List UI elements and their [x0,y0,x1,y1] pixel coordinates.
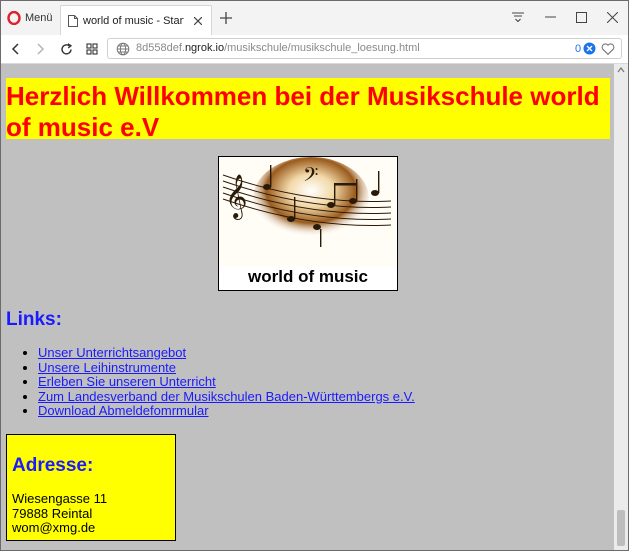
svg-text:𝄞: 𝄞 [225,174,247,220]
world-of-music-logo: 𝄞 𝄢 world of music [218,156,398,291]
welcome-banner: Herzlich Willkommen bei der Musikschule … [6,78,610,142]
speed-dial-icon [86,43,98,55]
address-heading: Adresse: [12,455,94,476]
address-bar[interactable]: 8d558def.ngrok.io/musikschule/musikschul… [107,38,622,59]
url-host: ngrok.io [184,42,225,54]
menu-label: Menü [25,12,53,24]
adblock-icon [583,42,596,55]
forward-icon [37,43,45,55]
reload-button[interactable] [57,40,75,58]
scroll-up-icon[interactable] [617,66,625,74]
list-item: Zum Landesverband der Musikschulen Baden… [38,389,415,405]
url-path: /musikschule/musikschule_loesung.html [224,42,420,54]
music-notes-icon: 𝄞 𝄢 [219,157,397,267]
adblock-count: 0 [575,42,582,55]
speed-dial-button[interactable] [83,40,101,58]
scroll-thumb[interactable] [617,510,625,546]
logo-text: world of music [248,267,368,286]
forward-button[interactable] [31,40,49,58]
maximize-icon [575,11,587,23]
opera-menu-button[interactable]: Menü [7,9,53,27]
stash-icon [512,12,524,22]
vertical-scrollbar[interactable] [614,64,628,550]
list-item: Download Abmeldefomrmular [38,403,415,419]
maximize-button[interactable] [570,7,592,27]
adblock-button[interactable]: 0 [575,42,596,55]
tab-active[interactable]: world of music - Startseite [60,5,212,35]
list-item: Unser Unterrichtsangebot [38,345,415,361]
link-leihinstrumente[interactable]: Unsere Leihinstrumente [38,360,176,375]
address-city: 79888 Reintal [12,505,93,521]
tab-title: world of music - Startseite [83,14,184,27]
close-tab-button[interactable] [189,12,207,30]
back-icon [11,43,19,55]
address-street: Wiesengasse 11 [12,491,108,506]
back-button[interactable] [7,40,25,58]
page-title: Herzlich Willkommen bei der Musikschule … [6,81,600,142]
url-prefix: 8d558def. [136,42,185,54]
browser-window: Menü world of music - Startseite [0,0,629,551]
link-abmeldeformular[interactable]: Download Abmeldefomrmular [38,403,209,418]
address-email: wom@xmg.de [12,520,96,535]
tab-stash-button[interactable] [507,7,529,27]
list-item: Unsere Leihinstrumente [38,360,415,376]
address-box: Adresse: Wiesengasse 11 79888 Reintal wo… [6,434,176,541]
minimize-icon [544,16,556,18]
tab-strip: Menü world of music - Startseite [1,1,628,35]
reload-icon [60,42,72,55]
list-item: Erleben Sie unseren Unterricht [38,374,415,390]
close-window-button[interactable] [601,7,623,27]
page-icon [68,14,78,27]
close-window-icon [606,11,618,23]
minimize-button[interactable] [539,7,561,27]
globe-icon [116,42,130,56]
link-landesverband[interactable]: Zum Landesverband der Musikschulen Baden… [38,389,415,404]
page-viewport: Herzlich Willkommen bei der Musikschule … [1,64,614,550]
links-heading: Links: [6,309,62,330]
address-lines: Wiesengasse 11 79888 Reintal wom@xmg.de [12,491,108,536]
svg-text:𝄢: 𝄢 [303,163,318,191]
opera-logo-icon [7,11,21,25]
address-toolbar: 8d558def.ngrok.io/musikschule/musikschul… [1,35,628,64]
links-list: Unser Unterrichtsangebot Unsere Leihinst… [15,345,415,419]
heart-icon[interactable] [601,42,615,56]
link-unterricht-erleben[interactable]: Erleben Sie unseren Unterricht [38,374,216,389]
link-unterrichtsangebot[interactable]: Unser Unterrichtsangebot [38,345,186,360]
close-icon [194,16,202,25]
new-tab-button[interactable] [217,9,235,27]
url-text: 8d558def.ngrok.io/musikschule/musikschul… [136,42,420,54]
